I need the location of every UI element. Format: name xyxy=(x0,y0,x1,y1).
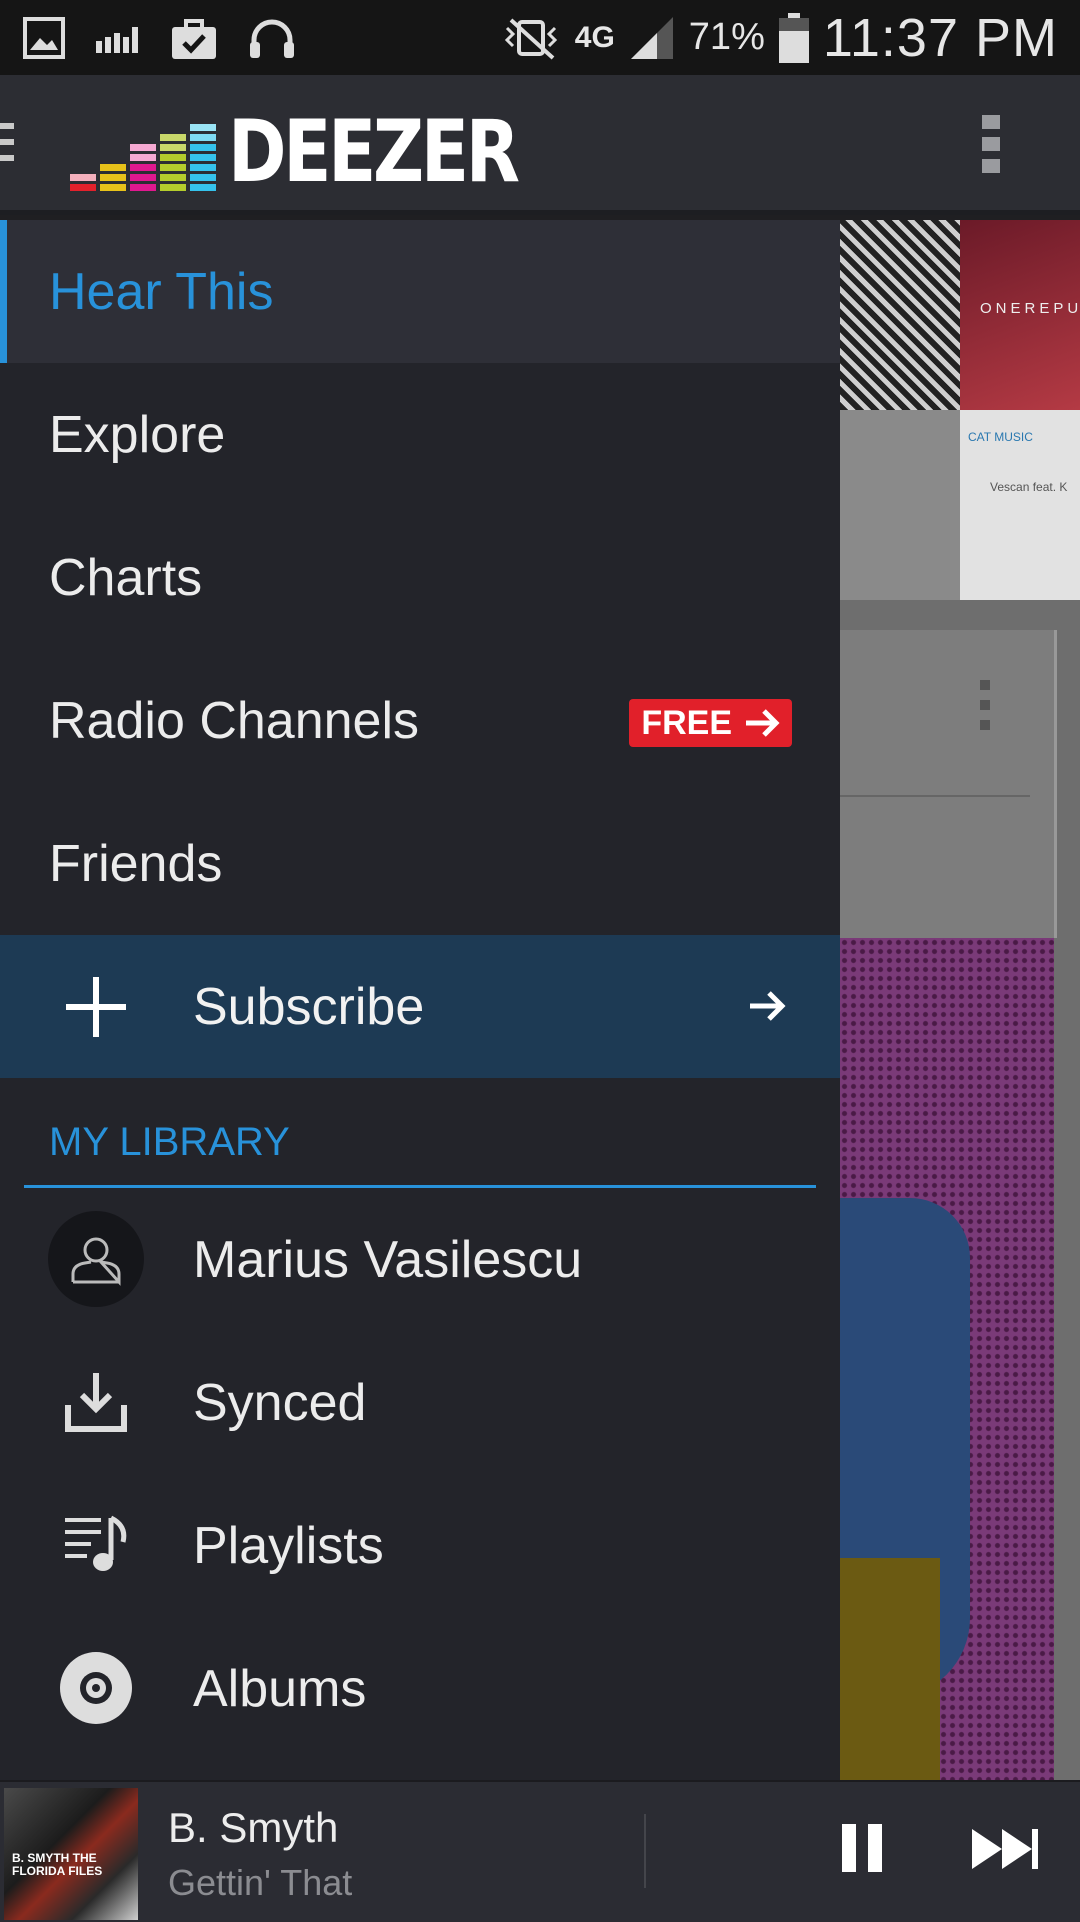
library-label: Synced xyxy=(193,1373,367,1432)
playlist-icon xyxy=(48,1497,144,1593)
library-label: Playlists xyxy=(193,1516,384,1575)
navigation-drawer: Hear This Explore Charts Radio Channels … xyxy=(0,220,840,1780)
shopping-bag-icon xyxy=(170,15,218,61)
battery-percent: 71% xyxy=(688,16,765,58)
pause-icon[interactable] xyxy=(842,1824,894,1877)
nav-item-explore[interactable]: Explore xyxy=(0,363,840,506)
subscribe-button[interactable]: Subscribe xyxy=(0,935,840,1078)
plus-icon xyxy=(66,977,126,1037)
mini-player[interactable]: B. SMYTH THE FLORIDA FILES B. Smyth Gett… xyxy=(0,1780,1080,1922)
library-item-synced[interactable]: Synced xyxy=(0,1331,840,1474)
app-bar: DEEZER xyxy=(0,75,1080,215)
tile-text: ONEREPU xyxy=(980,300,1080,317)
deezer-logo: DEEZER xyxy=(70,101,580,202)
free-badge-text: FREE xyxy=(641,703,732,742)
artwork xyxy=(840,938,1054,1780)
drawer-toggle-icon[interactable] xyxy=(0,123,14,171)
library-label: Marius Vasilescu xyxy=(193,1230,583,1289)
library-item-albums[interactable]: Albums xyxy=(0,1617,840,1760)
download-icon xyxy=(48,1354,144,1450)
card-menu-icon xyxy=(980,680,990,740)
gallery-icon xyxy=(22,16,66,60)
library-label: Albums xyxy=(193,1659,367,1718)
overflow-menu-icon[interactable] xyxy=(982,115,1002,181)
nav-item-friends[interactable]: Friends xyxy=(0,792,840,935)
status-bar: 4G 71% 11:37 PM xyxy=(0,0,1080,75)
nav-item-radio-channels[interactable]: Radio Channels FREE xyxy=(0,649,840,792)
arrow-right-icon xyxy=(750,991,786,1021)
tile-label: CAT MUSIC xyxy=(968,430,1033,444)
nav-label: Hear This xyxy=(49,262,274,321)
divider xyxy=(644,1814,646,1888)
nav-item-charts[interactable]: Charts xyxy=(0,506,840,649)
album-cover[interactable]: B. SMYTH THE FLORIDA FILES xyxy=(4,1788,138,1920)
headphones-icon xyxy=(248,16,296,60)
library-item-profile[interactable]: Marius Vasilescu xyxy=(0,1188,840,1331)
signal-bars-icon xyxy=(96,23,140,53)
network-type: 4G xyxy=(574,20,615,54)
album-tile: ONEREPU xyxy=(960,220,1080,410)
player-track: Gettin' That xyxy=(168,1862,353,1903)
skip-next-icon[interactable] xyxy=(972,1827,1042,1871)
avatar-container xyxy=(48,1211,144,1307)
equalizer-logo-icon xyxy=(70,124,216,191)
album-icon xyxy=(48,1640,144,1736)
vibrate-mute-icon xyxy=(501,16,561,60)
library-item-playlists[interactable]: Playlists xyxy=(0,1474,840,1617)
battery-icon xyxy=(778,12,809,63)
tile-caption: Vescan feat. K xyxy=(990,480,1068,494)
cover-text: B. SMYTH THE FLORIDA FILES xyxy=(12,1851,103,1878)
album-tile xyxy=(840,220,960,410)
content-card xyxy=(840,630,1057,938)
nav-label: Charts xyxy=(49,548,203,607)
profile-avatar-icon xyxy=(48,1211,144,1307)
my-library-header: MY LIBRARY xyxy=(0,1078,840,1188)
cell-signal-icon xyxy=(629,15,675,61)
album-tile: CAT MUSIC Vescan feat. K xyxy=(960,410,1080,600)
free-badge: FREE xyxy=(629,699,792,747)
album-tile xyxy=(840,410,960,600)
logo-text: DEEZER xyxy=(228,102,520,202)
nav-item-hear-this[interactable]: Hear This xyxy=(0,220,840,363)
player-artist: B. Smyth xyxy=(168,1804,339,1851)
nav-label: Friends xyxy=(49,834,223,893)
nav-label: Radio Channels xyxy=(49,691,420,750)
nav-label: Explore xyxy=(49,405,226,464)
background-content: ONEREPU CAT MUSIC Vescan feat. K xyxy=(840,220,1080,1780)
arrow-right-icon xyxy=(746,709,780,737)
section-title: MY LIBRARY xyxy=(49,1120,290,1164)
subscribe-label: Subscribe xyxy=(193,977,425,1036)
clock: 11:37 PM xyxy=(822,7,1058,68)
